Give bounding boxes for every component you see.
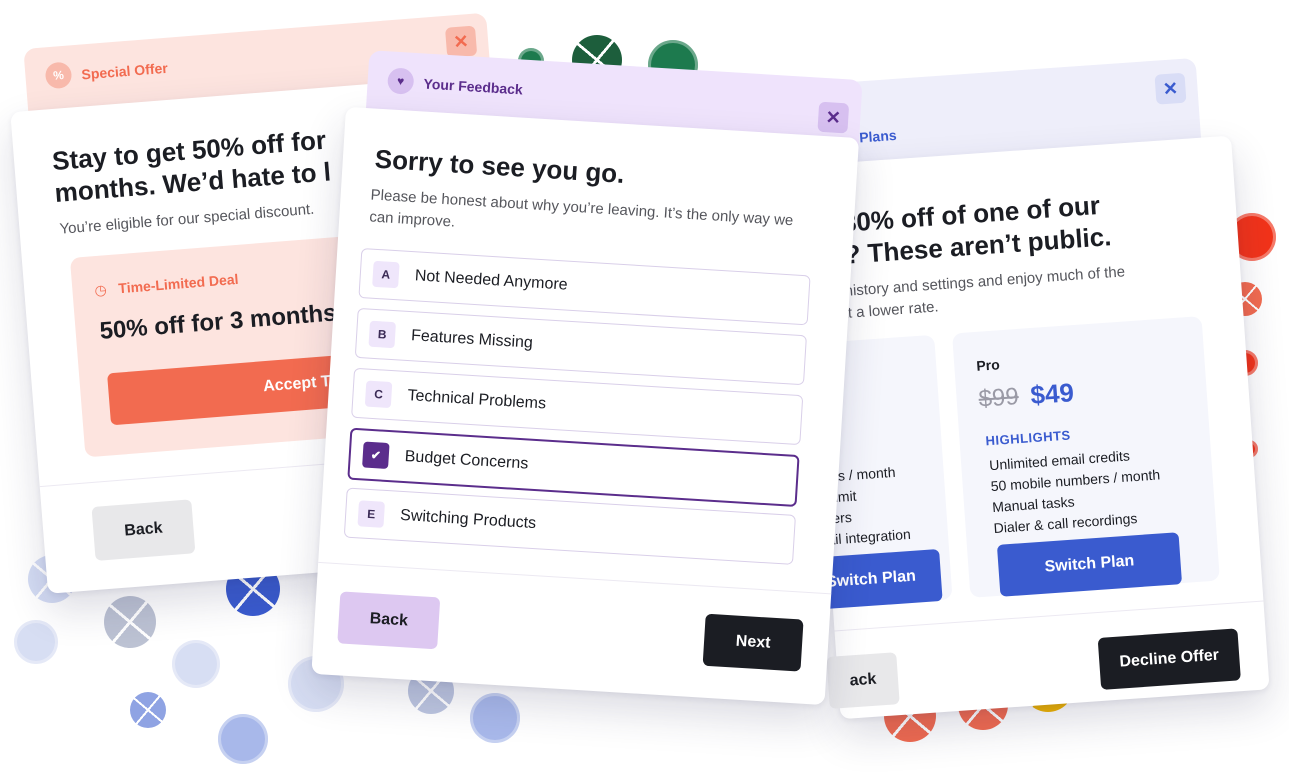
feedback-modal: ♥ Your Feedback ✕ Sorry to see you go. P… — [311, 49, 863, 706]
percent-badge-icon: % — [44, 61, 73, 90]
deal-headline: 50% off for 3 months — [98, 299, 338, 345]
pro-plan-card: Pro $99 $49 HIGHLIGHTS Unlimited email c… — [952, 316, 1220, 598]
feedback-subtitle-line-2: can improve. — [368, 208, 456, 231]
option-label: Budget Concerns — [404, 448, 529, 473]
circle-shape-icon — [172, 640, 220, 688]
option-label: Technical Problems — [407, 387, 547, 413]
option-key: A — [372, 260, 400, 289]
circle-shape-icon — [218, 714, 268, 764]
circle-shape-icon — [14, 620, 58, 664]
divider — [834, 600, 1264, 632]
back-button[interactable]: Back — [337, 591, 441, 650]
feedback-title: Sorry to see you go. — [374, 143, 626, 189]
deal-label: Time-Limited Deal — [117, 270, 239, 297]
back-button[interactable]: Back — [91, 499, 196, 561]
highlights-label: HIGHLIGHTS — [985, 427, 1072, 449]
option-label: Not Needed Anymore — [414, 267, 569, 294]
modal-body: t 80% off of one of our ns? These aren’t… — [794, 135, 1270, 720]
header-label: Your Feedback — [423, 75, 524, 98]
pie-shape-icon — [130, 692, 166, 728]
new-price: $49 — [1029, 377, 1075, 411]
option-label: Features Missing — [410, 327, 534, 352]
heart-icon: ♥ — [386, 67, 415, 95]
pie-shape-icon — [104, 596, 156, 648]
old-price: $99 — [977, 383, 1020, 413]
close-icon[interactable]: ✕ — [1154, 72, 1187, 105]
option-label: Switching Products — [399, 506, 537, 533]
option-key: E — [357, 500, 385, 528]
option-key: C — [364, 380, 393, 409]
other-plans-modal: er Plans ✕ t 80% off of one of our ns? T… — [786, 56, 1270, 720]
modal-body: Sorry to see you go. Please be honest ab… — [311, 106, 860, 706]
decline-offer-button[interactable]: Decline Offer — [1097, 628, 1241, 690]
back-button[interactable]: ack — [826, 652, 900, 709]
close-icon[interactable]: ✕ — [444, 25, 478, 58]
switch-plan-button[interactable]: Switch Plan — [996, 532, 1183, 597]
circle-shape-icon — [470, 693, 520, 743]
check-icon: ✔ — [362, 441, 390, 470]
plan-name: Pro — [975, 356, 1001, 374]
option-key: B — [368, 320, 396, 349]
header-label: Special Offer — [80, 59, 169, 83]
timer-icon: ◷ — [93, 281, 108, 299]
close-icon[interactable]: ✕ — [817, 101, 850, 134]
divider — [318, 561, 832, 595]
next-button[interactable]: Next — [702, 613, 804, 672]
